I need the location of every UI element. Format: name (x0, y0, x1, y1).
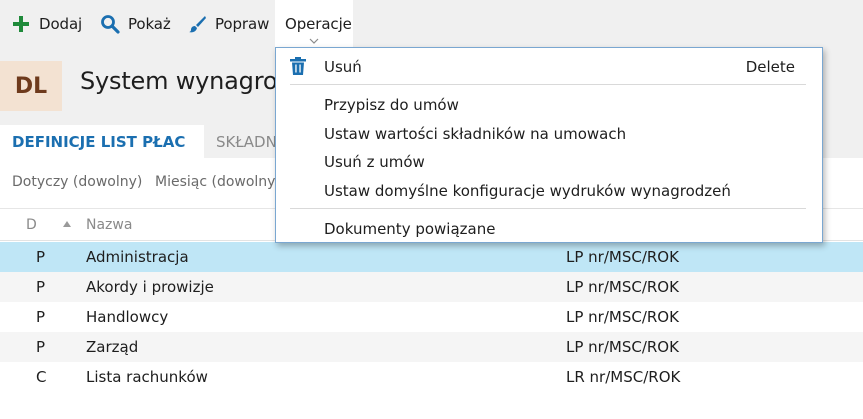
table-row[interactable]: P Zarząd LP nr/MSC/ROK (0, 332, 863, 362)
operations-dropdown-menu: Usuń Delete Przypisz do umów Ustaw warto… (275, 47, 823, 243)
cell-numbering: LP nr/MSC/ROK (566, 308, 679, 326)
cell-numbering: LP nr/MSC/ROK (566, 278, 679, 296)
menu-item-assign-to-contracts[interactable]: Przypisz do umów (324, 96, 459, 114)
menu-item-delete[interactable]: Usuń (324, 58, 362, 76)
edit-button[interactable]: Popraw (187, 0, 269, 47)
filter-applies-to[interactable]: Dotyczy (dowolny) (12, 174, 142, 190)
menu-item-set-print-config[interactable]: Ustaw domyślne konfiguracje wydruków wyn… (324, 182, 731, 200)
add-button[interactable]: Dodaj (11, 0, 82, 47)
table-row[interactable]: P Administracja LP nr/MSC/ROK (0, 242, 863, 272)
shortcut-delete: Delete (745, 58, 795, 76)
cell-d: P (36, 338, 46, 356)
sort-ascending-icon (63, 221, 71, 227)
cell-name: Handlowcy (86, 308, 169, 326)
show-button-label: Pokaż (128, 14, 171, 33)
toolbar: Dodaj Pokaż Popraw Operacje (0, 0, 863, 47)
column-header-name[interactable]: Nazwa (86, 217, 132, 233)
menu-divider (290, 208, 806, 209)
cell-d: P (36, 248, 46, 266)
menu-divider (290, 84, 806, 85)
cell-name: Lista rachunków (86, 368, 208, 386)
cell-d: C (36, 368, 47, 386)
filter-month[interactable]: Miesiąc (dowolny) (155, 174, 281, 190)
column-header-d[interactable]: D (26, 217, 37, 233)
cell-d: P (36, 278, 46, 296)
brush-icon (189, 15, 206, 32)
cell-name: Administracja (86, 248, 189, 266)
tab-payroll-definitions[interactable]: DEFINICJE LIST PŁAC (0, 125, 204, 158)
menu-item-related-documents[interactable]: Dokumenty powiązane (324, 220, 495, 238)
trash-icon (290, 57, 306, 75)
chevron-down-icon (309, 38, 319, 44)
table-row[interactable]: P Akordy i prowizje LP nr/MSC/ROK (0, 272, 863, 302)
cell-name: Akordy i prowizje (86, 278, 214, 296)
cell-d: P (36, 308, 46, 326)
cell-numbering: LP nr/MSC/ROK (566, 338, 679, 356)
menu-item-set-component-values[interactable]: Ustaw wartości składników na umowach (324, 125, 626, 143)
cell-numbering: LR nr/MSC/ROK (566, 368, 681, 386)
cell-numbering: LP nr/MSC/ROK (566, 248, 679, 266)
module-badge: DL (0, 61, 62, 111)
operations-menu-button[interactable]: Operacje (275, 0, 353, 47)
plus-icon (13, 15, 29, 32)
operations-menu-label: Operacje (285, 14, 352, 33)
add-button-label: Dodaj (39, 14, 83, 33)
edit-button-label: Popraw (215, 14, 270, 33)
show-button[interactable]: Pokaż (100, 0, 171, 47)
table-row[interactable]: P Handlowcy LP nr/MSC/ROK (0, 302, 863, 332)
cell-name: Zarząd (86, 338, 139, 356)
table-row[interactable]: C Lista rachunków LR nr/MSC/ROK (0, 362, 863, 392)
menu-item-remove-from-contracts[interactable]: Usuń z umów (324, 153, 425, 171)
magnifier-icon (101, 14, 120, 34)
